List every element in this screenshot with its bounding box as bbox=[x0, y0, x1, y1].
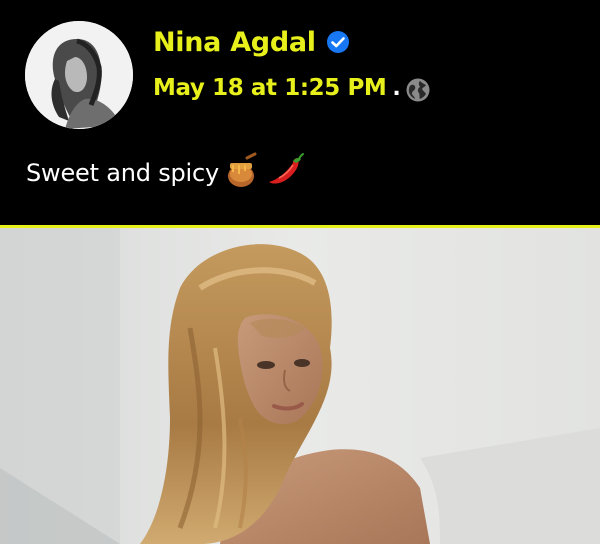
post-photo-image bbox=[0, 228, 600, 544]
post-photo[interactable] bbox=[0, 228, 600, 544]
author-name[interactable]: Nina Agdal bbox=[153, 27, 316, 58]
honey-pot-emoji-icon bbox=[225, 152, 259, 194]
post-caption: Sweet and spicy bbox=[26, 159, 220, 187]
author-row: Nina Agdal bbox=[153, 22, 350, 62]
post-meta: May 18 at 1:25 PM . bbox=[153, 70, 431, 106]
verified-badge-icon bbox=[326, 30, 350, 54]
post-text: Sweet and spicy bbox=[26, 152, 305, 194]
hot-pepper-emoji-icon bbox=[265, 152, 305, 194]
post-card: Nina Agdal May 18 at 1:25 PM . Sweet and bbox=[0, 0, 600, 544]
avatar-image bbox=[25, 21, 133, 129]
avatar[interactable] bbox=[25, 21, 133, 129]
meta-separator: . bbox=[392, 75, 401, 101]
globe-icon[interactable] bbox=[405, 77, 431, 103]
post-timestamp[interactable]: May 18 at 1:25 PM bbox=[153, 75, 387, 101]
post-header: Nina Agdal May 18 at 1:25 PM . Sweet and bbox=[0, 0, 600, 225]
